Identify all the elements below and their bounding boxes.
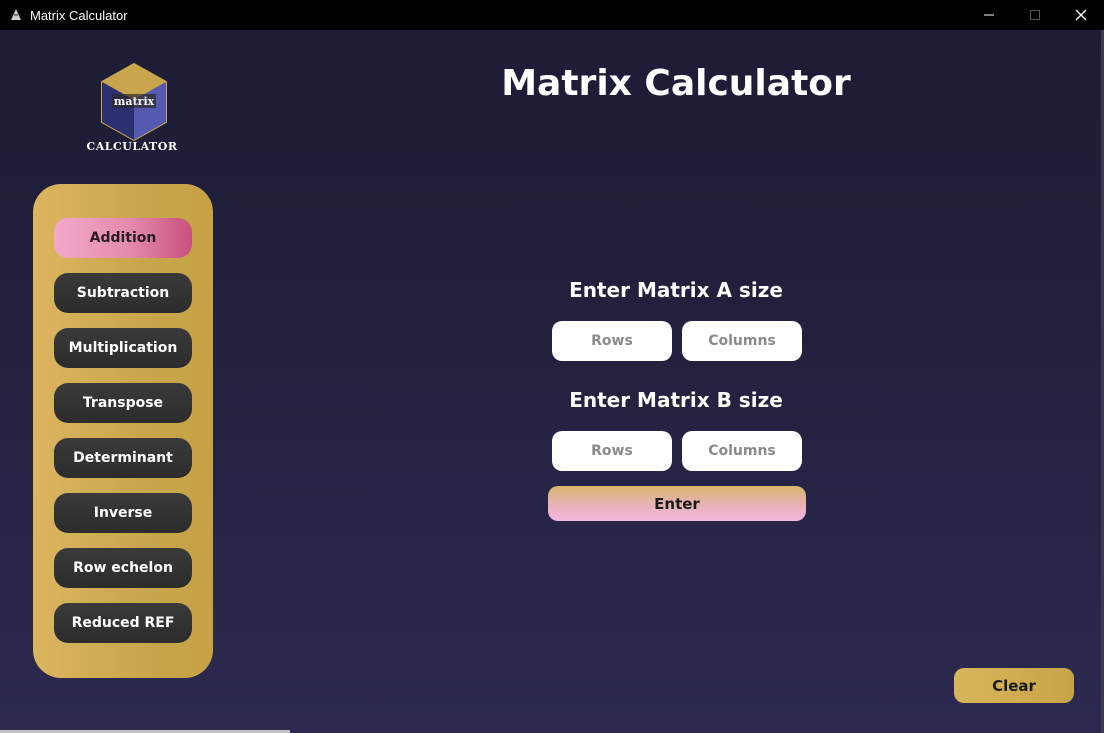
sidebar-item-row-echelon[interactable]: Row echelon — [54, 548, 192, 588]
sidebar-item-reduced-ref[interactable]: Reduced REF — [54, 603, 192, 643]
app-body: matrix CALCULATOR Matrix Calculator Addi… — [0, 30, 1104, 733]
minimize-button[interactable] — [966, 0, 1012, 30]
matrix-a-size-label: Enter Matrix A size — [569, 278, 783, 302]
minimize-icon — [984, 14, 994, 16]
title-bar: Matrix Calculator — [0, 0, 1104, 30]
matrix-a-rows-input[interactable] — [552, 321, 672, 361]
sidebar-item-addition[interactable]: Addition — [54, 218, 192, 258]
page-title: Matrix Calculator — [501, 63, 851, 104]
matrix-b-size-label: Enter Matrix B size — [569, 388, 783, 412]
maximize-icon — [1030, 10, 1040, 20]
sidebar-item-multiplication[interactable]: Multiplication — [54, 328, 192, 368]
close-button[interactable] — [1058, 0, 1104, 30]
sidebar-item-transpose[interactable]: Transpose — [54, 383, 192, 423]
clear-button[interactable]: Clear — [954, 668, 1074, 703]
window-title: Matrix Calculator — [30, 7, 128, 23]
matrix-b-rows-input[interactable] — [552, 431, 672, 471]
sidebar-item-subtraction[interactable]: Subtraction — [54, 273, 192, 313]
svg-text:matrix: matrix — [114, 95, 155, 108]
enter-button[interactable]: Enter — [548, 486, 806, 521]
sidebar-item-inverse[interactable]: Inverse — [54, 493, 192, 533]
matrix-app-icon — [8, 7, 24, 23]
logo-text: CALCULATOR — [86, 140, 178, 153]
matrix-a-columns-input[interactable] — [682, 321, 802, 361]
matrix-b-columns-input[interactable] — [682, 431, 802, 471]
operations-sidebar: Addition Subtraction Multiplication Tran… — [33, 184, 213, 678]
close-icon — [1075, 9, 1087, 21]
sidebar-item-determinant[interactable]: Determinant — [54, 438, 192, 478]
maximize-button[interactable] — [1012, 0, 1058, 30]
window-controls — [966, 0, 1104, 30]
